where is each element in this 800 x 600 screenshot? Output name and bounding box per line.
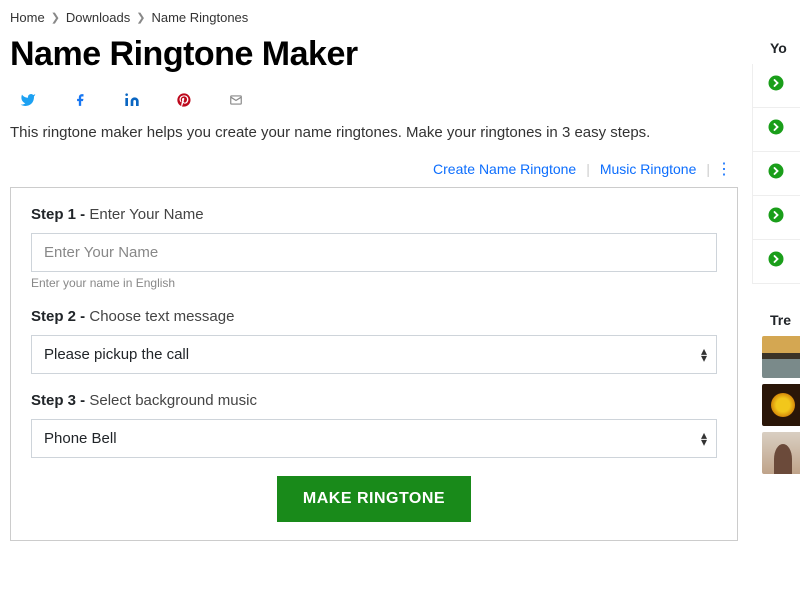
arrow-right-circle-icon bbox=[767, 162, 785, 180]
step2-label: Step 2 - Choose text message bbox=[31, 308, 717, 325]
pinterest-icon[interactable] bbox=[176, 92, 192, 108]
form-card: Step 1 - Enter Your Name Enter your name… bbox=[10, 187, 738, 541]
email-icon[interactable] bbox=[228, 92, 244, 108]
sidebar-heading-1: Yo bbox=[752, 40, 800, 56]
name-hint: Enter your name in English bbox=[31, 276, 717, 290]
more-menu-icon[interactable]: ⋮ bbox=[710, 159, 738, 179]
breadcrumb-home[interactable]: Home bbox=[10, 10, 45, 25]
sidebar-item[interactable] bbox=[753, 108, 800, 152]
step1-label: Step 1 - Enter Your Name bbox=[31, 206, 717, 223]
thumbnail-image[interactable] bbox=[762, 336, 800, 378]
intro-text: This ringtone maker helps you create you… bbox=[10, 124, 738, 141]
arrow-right-circle-icon bbox=[767, 250, 785, 268]
breadcrumb-current: Name Ringtones bbox=[151, 10, 248, 25]
sidebar-heading-2: Tre bbox=[752, 312, 800, 328]
make-ringtone-button[interactable]: MAKE RINGTONE bbox=[277, 476, 471, 522]
linkedin-icon[interactable] bbox=[124, 92, 140, 108]
breadcrumb-downloads[interactable]: Downloads bbox=[66, 10, 130, 25]
name-input[interactable] bbox=[31, 233, 717, 272]
share-row bbox=[10, 88, 738, 124]
tab-music-ringtone[interactable]: Music Ringtone bbox=[590, 159, 707, 179]
tab-row: Create Name Ringtone | Music Ringtone | … bbox=[10, 159, 738, 179]
breadcrumb: Home ❯ Downloads ❯ Name Ringtones bbox=[10, 10, 738, 25]
thumbnail-image[interactable] bbox=[762, 432, 800, 474]
facebook-icon[interactable] bbox=[72, 92, 88, 108]
sidebar-item[interactable] bbox=[753, 196, 800, 240]
text-message-select[interactable]: Please pickup the call bbox=[31, 335, 717, 374]
step3-label: Step 3 - Select background music bbox=[31, 392, 717, 409]
twitter-icon[interactable] bbox=[20, 92, 36, 108]
background-music-select[interactable]: Phone Bell bbox=[31, 419, 717, 458]
chevron-right-icon: ❯ bbox=[136, 11, 145, 24]
sidebar: Yo Tre bbox=[752, 0, 800, 600]
sidebar-item[interactable] bbox=[753, 240, 800, 284]
page-title: Name Ringtone Maker bbox=[10, 35, 738, 74]
sidebar-list-1 bbox=[752, 64, 800, 284]
arrow-right-circle-icon bbox=[767, 206, 785, 224]
sidebar-item[interactable] bbox=[753, 64, 800, 108]
arrow-right-circle-icon bbox=[767, 118, 785, 136]
arrow-right-circle-icon bbox=[767, 74, 785, 92]
tab-create-name-ringtone[interactable]: Create Name Ringtone bbox=[423, 159, 586, 179]
thumbnail-image[interactable] bbox=[762, 384, 800, 426]
sidebar-item[interactable] bbox=[753, 152, 800, 196]
chevron-right-icon: ❯ bbox=[51, 11, 60, 24]
